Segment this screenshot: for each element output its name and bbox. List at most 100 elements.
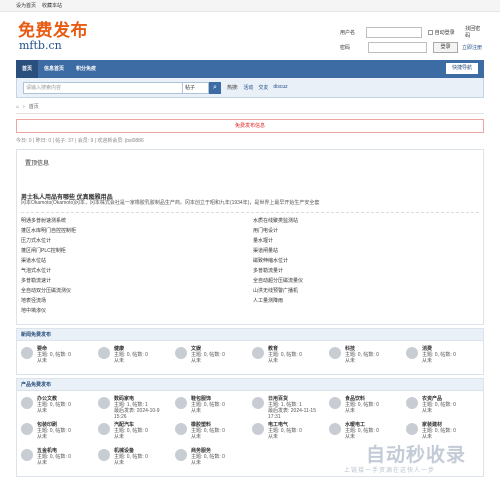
forum-icon[interactable]: [98, 449, 110, 461]
forum-icon[interactable]: [329, 423, 341, 435]
forum-item: 要命 主题: 0, 帖数: 0 从未: [19, 346, 96, 372]
hot-link-discuz[interactable]: discuz: [273, 84, 287, 91]
divider: [21, 212, 479, 213]
forum-last-post: 从未: [37, 460, 48, 466]
login-button[interactable]: 登录: [433, 41, 458, 53]
notice-banner[interactable]: 免费发布信息: [16, 119, 484, 133]
sticky-list: 明通多普射速测系统 水质在线聚类监测站 蓬区水库明门自控控制柜 用门电设计 压力式水位计…: [21, 218, 481, 315]
forum-item: 橡胶塑料 主题: 0, 帖数: 0 从未: [173, 422, 250, 448]
checkbox-icon[interactable]: [427, 29, 433, 35]
forum-icon[interactable]: [98, 423, 110, 435]
bookmark-link[interactable]: 收藏本站: [42, 0, 62, 12]
forum-icon[interactable]: [406, 423, 418, 435]
forum-last-post: 从未: [191, 460, 202, 466]
forum-item: 数码家电 主题: 1, 帖数: 1 最后发表: 2024-10-9 15:26: [96, 396, 173, 422]
forum-last-post: 最后发表: 2024-10-9 15:26: [114, 408, 160, 420]
forum-icon[interactable]: [175, 423, 187, 435]
forum-item: 消费 主题: 0, 帖数: 0 从未: [404, 346, 481, 372]
list-item[interactable]: 全自动超分压磁流量仪: [253, 278, 481, 285]
password-input[interactable]: [368, 41, 427, 53]
list-item[interactable]: 人工量测降雨: [253, 298, 481, 305]
forum-last-post: 最后发表: 2024-11-15 17:31: [268, 408, 316, 420]
forum-icon[interactable]: [175, 449, 187, 461]
nav-info-home[interactable]: 信息首页: [38, 60, 70, 78]
list-item[interactable]: 地中墒渗仪: [21, 308, 253, 315]
forum-icon[interactable]: [252, 423, 264, 435]
section-header[interactable]: 新闻免费发布: [17, 329, 483, 341]
section-body: 要命 主题: 0, 帖数: 0 从未 健康 主题: 0, 帖数: 0 从未 文娱 主题: 0,…: [17, 341, 483, 374]
forum-item: 电工电气 主题: 0, 帖数: 0 从未: [250, 422, 327, 448]
forum-icon[interactable]: [406, 397, 418, 409]
remember-checkbox[interactable]: 自动登录: [427, 29, 462, 36]
forum-item: 五金机电 主题: 0, 帖数: 0 从未: [19, 448, 96, 474]
nav-home[interactable]: 首页: [16, 60, 39, 78]
forum-last-post: 从未: [422, 408, 433, 414]
hot-search-label: 热搜:: [227, 85, 239, 91]
breadcrumb-current[interactable]: 首页: [29, 103, 39, 110]
hot-search: 热搜: 活动 交友 discuz: [227, 84, 288, 91]
forum-item: 科技 主题: 0, 帖数: 0 从未: [327, 346, 404, 372]
username-input[interactable]: [366, 26, 422, 38]
forum-icon[interactable]: [406, 347, 418, 359]
nav-points[interactable]: 积分免疫: [70, 60, 102, 78]
register-link[interactable]: 立即注册: [462, 44, 482, 51]
quick-nav-button[interactable]: 快捷导航: [445, 63, 478, 74]
main-nav: 首页 信息首页 积分免疫 快捷导航: [16, 60, 484, 78]
list-item[interactable]: 压力式水位计: [21, 238, 253, 245]
watermark-text: 自动秒收录: [366, 445, 467, 466]
list-item[interactable]: 蓬区水库明门自控控制柜: [21, 228, 253, 235]
sticky-info-box: 置顶信息 男士私人用品有哪些 优真图雅用品 冈本Okamoto(Okamoto)…: [16, 149, 484, 325]
forum-icon[interactable]: [329, 347, 341, 359]
forum-item: 汽配汽车 主题: 0, 帖数: 0 从未: [96, 422, 173, 448]
forum-item: 日用百货 主题: 1, 帖数: 1 最后发表: 2024-11-15 17:31: [250, 396, 327, 422]
forum-icon[interactable]: [175, 347, 187, 359]
hot-link-friends[interactable]: 交友: [258, 84, 268, 91]
list-item[interactable]: 量水堰计: [253, 238, 481, 245]
set-homepage-link[interactable]: 设为首页: [16, 0, 36, 12]
list-item[interactable]: 蓬区闸门PLC控制柜: [21, 248, 253, 255]
forum-icon[interactable]: [21, 423, 33, 435]
list-item[interactable]: 气泡式水位计: [21, 268, 253, 275]
list-item[interactable]: 明通多普射速测系统: [21, 218, 253, 225]
forum-icon[interactable]: [98, 397, 110, 409]
forum-icon[interactable]: [98, 347, 110, 359]
search-icon[interactable]: ⌕: [209, 81, 221, 94]
forum-stats: 今日: 0 | 昨日: 0 | 帖子: 37 | 会员: 9 | 欢迎新会员: …: [16, 138, 144, 144]
forum-item: 农资产品 主题: 0, 帖数: 0 从未: [404, 396, 481, 422]
forgot-password-link[interactable]: 找回密码: [465, 25, 484, 39]
list-item[interactable]: 水质在线聚类监测站: [253, 218, 481, 225]
forum-icon[interactable]: [21, 347, 33, 359]
forum-icon[interactable]: [21, 397, 33, 409]
search-input[interactable]: 请输入搜索内容: [23, 81, 183, 94]
forum-icon[interactable]: [329, 397, 341, 409]
search-type-select[interactable]: 帖子: [183, 81, 209, 94]
hot-link-activity[interactable]: 活动: [243, 84, 253, 91]
watermark: 自动秒收录 上链接一手资源在这快人一步: [326, 436, 486, 480]
list-item[interactable]: 多普勒流量计: [253, 268, 481, 275]
list-item[interactable]: 山洪无线预警广播机: [253, 288, 481, 295]
forum-icon[interactable]: [252, 397, 264, 409]
list-item[interactable]: 多普勒流速计: [21, 278, 253, 285]
home-icon[interactable]: ⌂: [16, 104, 19, 110]
forum-last-post: 从未: [114, 460, 125, 466]
list-item[interactable]: 渠道闸量站: [253, 248, 481, 255]
login-form: 用户名 自动登录 找回密码 密码 登录 立即注册: [340, 25, 484, 55]
logo-domain: mftb.cn: [19, 39, 62, 52]
forum-last-post: 从未: [37, 358, 48, 364]
list-item[interactable]: 渠道水位站: [21, 258, 253, 265]
forum-icon[interactable]: [252, 347, 264, 359]
list-item[interactable]: 用门电设计: [253, 228, 481, 235]
forum-icon[interactable]: [175, 397, 187, 409]
search-bar: 请输入搜索内容 帖子 ⌕ 热搜: 活动 交友 discuz: [16, 78, 484, 98]
list-item[interactable]: 地表径流场: [21, 298, 253, 305]
list-item[interactable]: 全自动双分压磁流测仪: [21, 288, 253, 295]
forum-last-post: 从未: [114, 434, 125, 440]
site-logo[interactable]: 免费发布 mftb.cn: [18, 22, 88, 52]
username-label: 用户名: [340, 29, 356, 36]
forum-item: 文娱 主题: 0, 帖数: 0 从未: [173, 346, 250, 372]
list-item[interactable]: 磁致伸缩水位计: [253, 258, 481, 265]
section-header[interactable]: 产品免费发布: [17, 379, 483, 391]
forum-last-post: 从未: [268, 434, 279, 440]
sticky-description: 冈本Okamoto(Okamoto)冈本，冈本株式会社是一家橡胶乳胶制品生产商。…: [21, 200, 320, 206]
forum-icon[interactable]: [21, 449, 33, 461]
